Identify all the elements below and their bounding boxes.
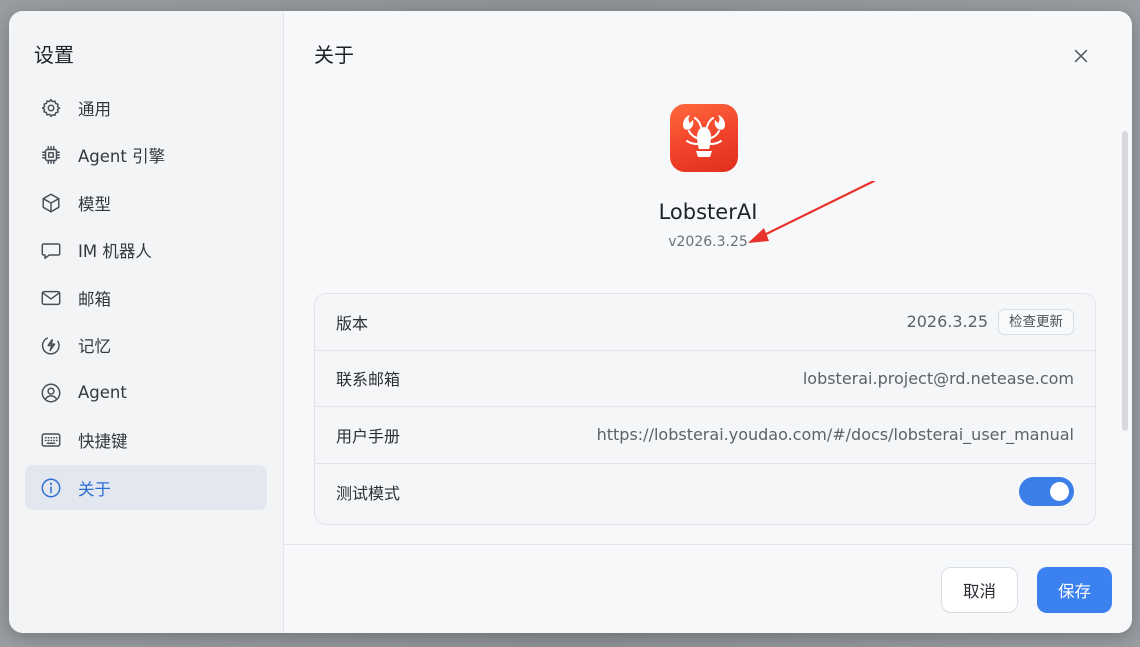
sidebar-item-label: Agent 引擎: [78, 147, 166, 166]
close-icon: [1074, 49, 1088, 63]
save-button[interactable]: 保存: [1037, 567, 1112, 613]
panel-header: 关于: [284, 11, 1132, 101]
sidebar-item-mailbox[interactable]: 邮箱: [25, 275, 267, 320]
email-label: 联系邮箱: [336, 370, 401, 390]
sidebar-item-label: Agent: [78, 383, 127, 402]
annotation-arrow: [748, 181, 876, 243]
sidebar-item-label: 快捷键: [78, 432, 128, 451]
about-content[interactable]: LobsterAI v2026.3.25 版本 2026.3.25 检查更新 联…: [284, 101, 1132, 544]
settings-sidebar: 设置 通用 Agent 引擎 模型 IM 机器人 邮箱 记忆 Agent 快捷键…: [9, 11, 284, 633]
sidebar-item-im-bot[interactable]: IM 机器人: [25, 228, 267, 273]
sidebar-item-memory[interactable]: 记忆: [25, 323, 267, 368]
test-mode-row: 测试模式: [315, 464, 1095, 521]
version-row: 版本 2026.3.25 检查更新: [315, 294, 1095, 351]
sidebar-item-about[interactable]: 关于: [25, 465, 267, 510]
email-row: 联系邮箱 lobsterai.project@rd.netease.com: [315, 351, 1095, 407]
cancel-button[interactable]: 取消: [941, 567, 1018, 613]
gear-icon: [40, 97, 62, 119]
lightning-icon: [40, 334, 62, 356]
version-value: 2026.3.25: [906, 312, 988, 332]
sidebar-item-label: 关于: [78, 479, 111, 499]
check-update-button[interactable]: 检查更新: [998, 308, 1074, 335]
sidebar-title: 设置: [34, 43, 74, 67]
sidebar-item-label: 通用: [78, 99, 111, 119]
sidebar-item-shortcuts[interactable]: 快捷键: [25, 418, 267, 463]
manual-label: 用户手册: [336, 426, 401, 446]
app-version: v2026.3.25: [668, 234, 748, 250]
version-value-group: 2026.3.25 检查更新: [906, 308, 1074, 335]
test-mode-toggle[interactable]: [1019, 477, 1074, 507]
toggle-knob: [1050, 482, 1069, 502]
page-title: 关于: [314, 43, 354, 67]
chip-icon: [40, 144, 62, 166]
test-mode-label: 测试模式: [336, 483, 401, 503]
sidebar-item-agent[interactable]: Agent: [25, 370, 267, 415]
sidebar-item-label: IM 机器人: [78, 242, 152, 261]
close-button[interactable]: [1070, 45, 1092, 67]
sidebar-item-general[interactable]: 通用: [25, 85, 267, 130]
scrollbar[interactable]: [1122, 131, 1128, 431]
manual-link[interactable]: https://lobsterai.youdao.com/#/docs/lobs…: [597, 425, 1074, 444]
sidebar-item-label: 记忆: [78, 337, 111, 356]
manual-row: 用户手册 https://lobsterai.youdao.com/#/docs…: [315, 407, 1095, 464]
lobster-logo-icon: [683, 115, 725, 157]
app-logo: [670, 104, 738, 172]
sidebar-item-models[interactable]: 模型: [25, 180, 267, 225]
mail-icon: [40, 287, 62, 309]
email-value[interactable]: lobsterai.project@rd.netease.com: [803, 369, 1074, 388]
sidebar-item-agent-engine[interactable]: Agent 引擎: [25, 133, 267, 178]
about-info-card: 版本 2026.3.25 检查更新 联系邮箱 lobsterai.project…: [314, 293, 1096, 525]
keyboard-icon: [40, 429, 62, 451]
settings-dialog: 设置 通用 Agent 引擎 模型 IM 机器人 邮箱 记忆 Agent 快捷键…: [9, 11, 1132, 633]
version-label: 版本: [336, 313, 369, 333]
sidebar-item-label: 邮箱: [78, 289, 111, 309]
user-circle-icon: [40, 382, 62, 404]
dialog-footer: 取消 保存: [284, 544, 1132, 633]
sidebar-item-label: 模型: [78, 194, 111, 214]
app-name: LobsterAI: [658, 200, 758, 224]
chat-bubble-icon: [40, 239, 62, 261]
about-panel: 关于 LobsterAI v2026.3.25 版本 2026.3.25 检查更…: [284, 11, 1132, 633]
info-icon: [40, 477, 62, 499]
cube-icon: [40, 192, 62, 214]
